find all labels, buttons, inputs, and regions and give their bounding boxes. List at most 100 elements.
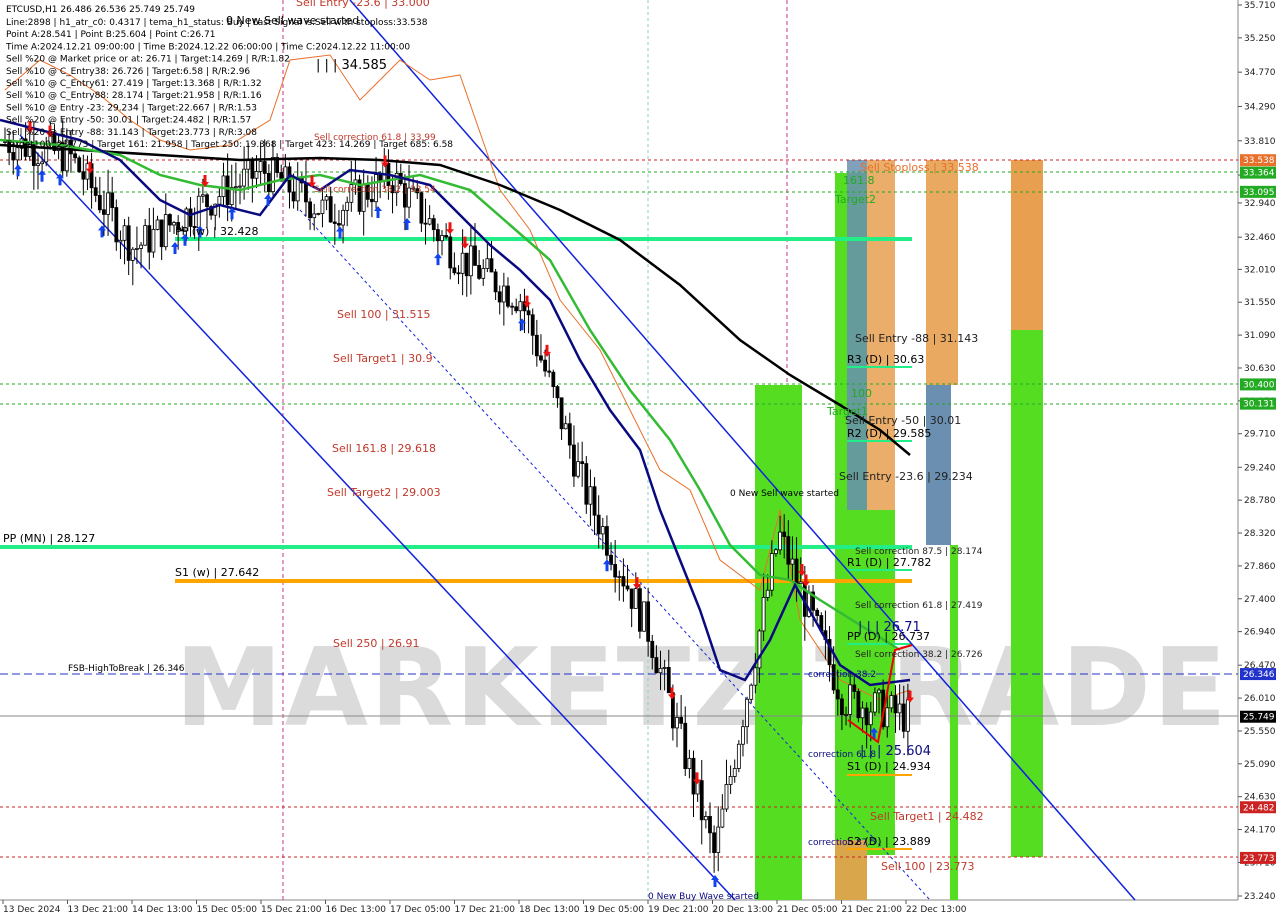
candle-body <box>464 252 469 277</box>
candle-body <box>654 657 659 674</box>
candle-body <box>712 832 717 853</box>
candle-body <box>110 192 115 208</box>
label-target2: Target2 <box>834 193 876 206</box>
candle-body <box>720 808 725 828</box>
time-tick-label: 17 Dec 05:00 <box>390 905 451 915</box>
label-sell-100: Sell 100 | 31.515 <box>337 308 431 321</box>
label-100: 100 <box>851 387 872 400</box>
candle-body <box>151 229 156 253</box>
candle-body <box>844 714 848 716</box>
candle-body <box>905 699 910 732</box>
label-s1-d: S1 (D) | 24.934 <box>847 760 931 773</box>
candle-body <box>596 514 601 535</box>
candle-body <box>716 826 721 853</box>
candle-body <box>864 707 869 726</box>
label-sell-161: Sell 161.8 | 29.618 <box>332 442 436 455</box>
candle-body <box>778 531 782 551</box>
info-line: Sell %20 @ Entry -88: 31.143 | Target:23… <box>6 128 257 138</box>
zone-steel <box>926 385 951 545</box>
label-peak: | | | 34.585 <box>316 58 387 73</box>
candle-body <box>613 564 618 578</box>
candle-body <box>534 334 539 357</box>
label-sell-100-r: Sell 100 | 23.773 <box>881 860 975 873</box>
info-line: Sell %10 @ C_Entry61: 27.419 | Target:13… <box>6 79 262 89</box>
label-correction-a: correction 38.2 <box>808 670 876 680</box>
candle-body <box>205 194 209 207</box>
candle-body <box>316 213 321 215</box>
label-sell-target1: Sell Target1 | 30.9 <box>333 352 433 365</box>
label-161: 161.8 <box>843 174 875 187</box>
candle-body <box>885 707 890 728</box>
label-sell-correction-mid: Sell correction 38.2 | 33.54 <box>314 185 436 195</box>
candle-body <box>506 285 510 307</box>
time-tick-label: 22 Dec 13:00 <box>906 905 967 915</box>
candle-body <box>431 218 436 231</box>
label-pp-d: PP (D) | 26.737 <box>847 630 930 643</box>
price-tick-label: 31.090 <box>1244 331 1276 341</box>
candle-body <box>543 359 547 372</box>
label-s1-w: S1 (w) | 27.642 <box>175 566 259 579</box>
label-sell-corr-382: Sell correction 38.2 | 26.726 <box>855 650 983 660</box>
candle-body <box>539 355 543 361</box>
candle-body <box>741 726 745 745</box>
time-tick-label: 14 Dec 13:00 <box>132 905 193 915</box>
candle-body <box>217 196 222 205</box>
candle-body <box>786 536 791 565</box>
candle-body <box>370 198 374 203</box>
candle-body <box>452 267 457 274</box>
label-new-sell-wave-top: 0 New Sell wave started <box>226 14 359 27</box>
candle-body <box>736 743 741 769</box>
candle-body <box>456 272 461 275</box>
label-r2-d: R2 (D) | 29.585 <box>847 427 931 440</box>
candle-body <box>188 208 193 227</box>
label-r3-d: R3 (D) | 30.63 <box>847 353 924 366</box>
time-tick-label: 15 Dec 21:00 <box>261 905 322 915</box>
candle-body <box>835 689 840 700</box>
candle-body <box>518 301 523 312</box>
info-line: Sell %20 @ Market price or at: 26.71 | T… <box>6 55 290 65</box>
price-tick-label: 31.550 <box>1244 298 1276 308</box>
candle-body <box>576 461 580 477</box>
candle-body <box>745 698 749 728</box>
candle-body <box>893 695 898 714</box>
candle-body <box>444 235 449 238</box>
label-sell-250: Sell 250 | 26.91 <box>333 637 420 650</box>
price-tick-label: 35.710 <box>1244 1 1276 11</box>
price-axis[interactable]: 35.71035.25034.77034.29033.81033.33032.9… <box>1238 1 1276 902</box>
candle-body <box>761 597 766 632</box>
candle-body <box>312 213 317 219</box>
candle-body <box>588 486 593 505</box>
time-tick-label: 21 Dec 21:00 <box>842 905 903 915</box>
price-tick-label: 34.770 <box>1244 68 1276 78</box>
candle-body <box>143 225 148 246</box>
candle-body <box>679 716 684 724</box>
candle-body <box>728 776 733 785</box>
info-line: Sell %10 @ Entry -23: 29.234 | Target:22… <box>6 103 257 113</box>
price-tick-label: 25.550 <box>1244 727 1276 737</box>
candle-body <box>341 209 345 226</box>
candle-body <box>901 703 906 732</box>
candle-body <box>493 271 498 293</box>
price-tick-label: 35.250 <box>1244 34 1276 44</box>
candle-body <box>621 576 626 587</box>
price-chart[interactable]: MARKETZITRADE ETCUSD,H1 26.486 26.536 25… <box>0 0 1280 920</box>
candle-body <box>658 667 663 674</box>
candle-body <box>155 219 160 230</box>
time-axis[interactable]: 13 Dec 2024 13 Dec 21:00 14 Dec 13:00 15 De… <box>2 900 967 915</box>
price-tick-label: 32.460 <box>1244 233 1276 243</box>
candle-body <box>168 214 172 226</box>
candle-body <box>238 185 242 188</box>
price-tick-label: 23.240 <box>1244 892 1276 902</box>
candle-body <box>510 305 514 308</box>
candle-body <box>291 191 296 202</box>
info-line: Point A:28.541 | Point B:25.604 | Point … <box>6 30 215 40</box>
candle-body <box>769 553 774 591</box>
candle-body <box>36 163 40 166</box>
price-badge-label: 25.749 <box>1243 713 1275 723</box>
time-tick-label: 20 Dec 13:00 <box>713 905 774 915</box>
candle-body <box>782 531 787 538</box>
candle-body <box>473 245 477 266</box>
candle-body <box>320 199 325 214</box>
candle-body <box>732 768 737 777</box>
candle-body <box>605 526 609 556</box>
